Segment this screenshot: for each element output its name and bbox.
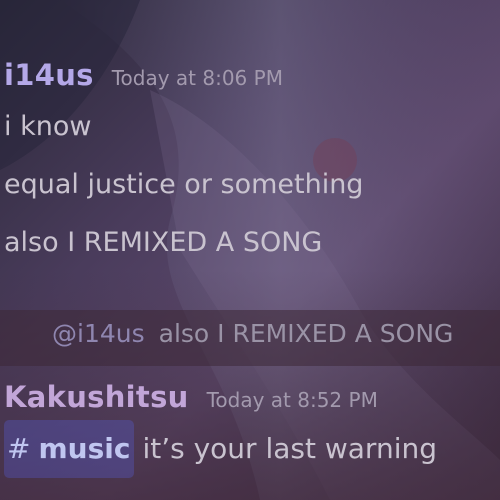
message-group-i14us: i14us Today at 8:06 PM i know equal just… [4, 58, 500, 272]
username[interactable]: Kakushitsu [4, 380, 189, 414]
channel-name: music [38, 432, 131, 465]
channel-hash-icon: # [7, 432, 31, 465]
reply-content[interactable]: also I REMIXED A SONG [159, 319, 454, 348]
message-text: it’s your last warning [142, 432, 437, 465]
reply-preview[interactable]: @i14us also I REMIXED A SONG [52, 319, 453, 348]
message-header: i14us Today at 8:06 PM [4, 58, 500, 92]
username[interactable]: i14us [4, 58, 94, 92]
message-line: i know [4, 111, 92, 142]
timestamp: Today at 8:06 PM [111, 66, 283, 90]
message-line: equal justice or something [4, 169, 364, 200]
channel-mention[interactable]: # music [4, 420, 135, 478]
timestamp: Today at 8:52 PM [206, 388, 378, 412]
reply-mention[interactable]: @i14us [52, 319, 145, 348]
message-header: Kakushitsu Today at 8:52 PM [4, 380, 500, 414]
message-line: also I REMIXED A SONG [4, 227, 323, 258]
message-group-kakushitsu: Kakushitsu Today at 8:52 PM # music it’s y… [4, 380, 500, 478]
chat-screen: i14us Today at 8:06 PM i know equal just… [0, 0, 500, 500]
message-line: # music it’s your last warning [4, 420, 500, 478]
